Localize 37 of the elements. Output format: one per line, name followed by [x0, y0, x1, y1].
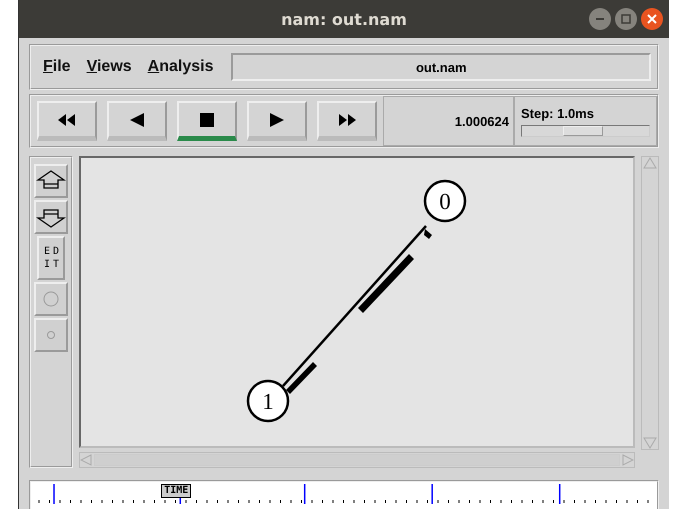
close-button[interactable] [641, 8, 663, 30]
zoom-in-button[interactable] [34, 164, 68, 198]
menu-item[interactable]: Analysis [142, 56, 220, 78]
network-node[interactable]: 0 [424, 180, 466, 222]
right-arrow-icon [622, 454, 634, 466]
playback-button[interactable] [317, 101, 377, 141]
slider-thumb[interactable] [562, 126, 603, 136]
close-icon [647, 14, 657, 24]
circle-icon [46, 330, 56, 340]
minimize-button[interactable] [589, 8, 611, 30]
down-arrow-icon [643, 437, 657, 449]
circle-icon [42, 290, 60, 308]
playback-button[interactable] [247, 101, 307, 141]
menu-item[interactable]: File [37, 56, 77, 78]
rewind-icon [56, 112, 78, 128]
node-size-button[interactable] [34, 318, 68, 352]
left-arrow-icon [80, 454, 92, 466]
playback-button[interactable] [177, 101, 237, 141]
playback-button[interactable] [37, 101, 97, 141]
window-title: nam: out.nam [281, 10, 407, 28]
playback-button[interactable] [107, 101, 167, 141]
vertical-scrollbar[interactable] [641, 156, 659, 450]
timeline[interactable]: TIME [29, 480, 659, 509]
up-arrow-icon [643, 157, 657, 169]
zoom-out-button[interactable] [34, 200, 68, 234]
node-size-button[interactable] [34, 282, 68, 316]
step-label: Step: 1.0ms [521, 106, 595, 120]
network-node[interactable]: 1 [246, 380, 290, 422]
maximize-icon [621, 14, 631, 24]
edit-button[interactable]: EDIT [37, 236, 65, 280]
step-slider[interactable] [521, 124, 650, 136]
time-marker[interactable]: TIME [161, 484, 192, 498]
time-readout: 1.000624 [454, 114, 509, 128]
file-name-field: out.nam [231, 53, 651, 81]
menu-item[interactable]: Views [80, 56, 138, 78]
fast-forward-icon [336, 112, 358, 128]
horizontal-scrollbar[interactable] [79, 452, 635, 468]
